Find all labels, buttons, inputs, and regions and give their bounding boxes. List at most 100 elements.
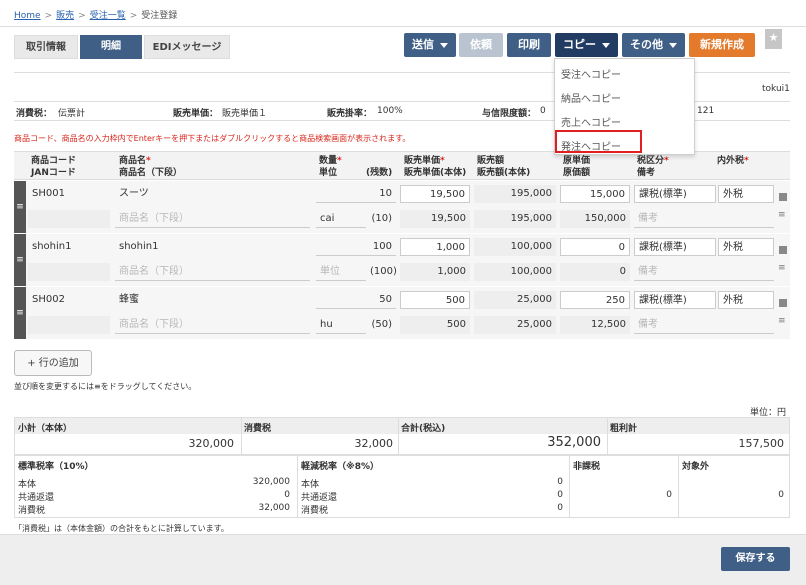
item-code[interactable]: SH002 — [28, 291, 110, 309]
divider — [607, 417, 608, 455]
menu-item-copy-to-sales[interactable]: 売上へコピー — [561, 114, 621, 129]
item-note[interactable]: 備考 — [634, 210, 774, 228]
notice-text: 商品コード、商品名の入力枠内でEnterキーを押下またはダブルクリックすると商品… — [14, 134, 411, 143]
item-amount: 195,000 — [474, 185, 556, 203]
item-price[interactable]: 500 — [400, 291, 470, 309]
item-unit[interactable]: cai — [316, 210, 366, 228]
col-note-label: 備考 — [637, 168, 656, 178]
item-price-body: 500 — [400, 316, 470, 334]
item-unit[interactable]: 単位 — [316, 263, 366, 281]
item-name[interactable]: スーツ — [115, 185, 310, 203]
item-name[interactable]: 蜂蜜 — [115, 291, 310, 309]
drag-handle-icon[interactable]: ≡ — [14, 287, 26, 339]
item-qty[interactable]: 100 — [316, 238, 396, 256]
breadcrumb-separator: > — [44, 11, 53, 21]
col-inout: 内外税* — [717, 155, 749, 167]
exempt-label: 対象外 — [682, 462, 710, 472]
breadcrumb-home[interactable]: Home — [14, 11, 41, 21]
user-id: tokui1 — [762, 84, 790, 94]
item-name-lower[interactable]: 商品名（下段） — [115, 210, 310, 228]
price-value: 販売単価１ — [222, 109, 268, 119]
standard-rate-label: 標準税率（10%） — [18, 462, 94, 472]
item-rem: (50) — [371, 319, 392, 330]
request-button[interactable]: 依頼 — [459, 33, 503, 57]
send-button[interactable]: 送信 — [404, 33, 456, 57]
breadcrumb-sales[interactable]: 販売 — [56, 11, 74, 21]
tab-edi-message[interactable]: EDIメッセージ — [144, 35, 230, 59]
item-jan[interactable] — [28, 316, 110, 334]
col-inout-label: 内外税 — [717, 156, 745, 166]
item-note[interactable]: 備考 — [634, 263, 774, 281]
item-price-body: 19,500 — [400, 210, 470, 228]
item-note[interactable]: 備考 — [634, 316, 774, 334]
required-mark: * — [337, 156, 342, 166]
sum-tax-value: 32,000 — [354, 437, 394, 450]
item-taxcat[interactable]: 課税(標準) — [634, 185, 716, 203]
red-tax-label: 消費税 — [301, 506, 329, 516]
col-qty: 数量* 単位 — [319, 155, 342, 179]
menu-item-copy-to-order[interactable]: 受注へコピー — [561, 66, 621, 81]
item-inout[interactable]: 外税 — [718, 291, 774, 309]
item-taxcat[interactable]: 課税(標準) — [634, 291, 716, 309]
total-label: 合計(税込) — [401, 424, 446, 434]
item-inout[interactable]: 外税 — [718, 238, 774, 256]
tax-value: 伝票計 — [58, 109, 86, 119]
item-jan[interactable] — [28, 263, 110, 281]
item-jan[interactable] — [28, 210, 110, 228]
red-rebate-label: 共通返還 — [301, 493, 338, 503]
item-name-lower[interactable]: 商品名（下段） — [115, 316, 310, 334]
price-label: 販売単価： — [173, 109, 219, 119]
item-code[interactable]: SH001 — [28, 185, 110, 203]
item-unit[interactable]: hu — [316, 316, 366, 334]
std-tax-label: 消費税 — [18, 506, 46, 516]
breadcrumb-separator: > — [78, 11, 86, 21]
divider — [398, 417, 399, 455]
star-icon[interactable]: ★ — [765, 29, 782, 49]
item-price[interactable]: 19,500 — [400, 185, 470, 203]
item-inout[interactable]: 外税 — [718, 185, 774, 203]
menu-lines-icon[interactable]: ≡ — [778, 263, 786, 273]
item-name-lower[interactable]: 商品名（下段） — [115, 263, 310, 281]
item-qty[interactable]: 50 — [316, 291, 396, 309]
other-label: その他 — [630, 38, 663, 51]
item-price[interactable]: 1,000 — [400, 238, 470, 256]
add-row-button[interactable]: + 行の追加 — [14, 350, 92, 376]
copy-button[interactable]: コピー — [555, 33, 618, 57]
item-cost[interactable]: 250 — [560, 291, 630, 309]
drag-handle-icon[interactable]: ≡ — [14, 234, 26, 286]
delete-icon[interactable] — [779, 193, 787, 201]
drag-handle-icon[interactable]: ≡ — [14, 181, 26, 233]
rate-value: 100% — [377, 106, 403, 116]
item-name[interactable]: shohin1 — [115, 238, 310, 256]
item-taxcat[interactable]: 課税(標準) — [634, 238, 716, 256]
item-cost[interactable]: 0 — [560, 238, 630, 256]
new-create-button[interactable]: 新規作成 — [689, 33, 755, 57]
required-mark: * — [440, 156, 445, 166]
divider — [678, 455, 679, 518]
menu-lines-icon[interactable]: ≡ — [778, 210, 786, 220]
std-body-value: 320,000 — [252, 477, 290, 487]
menu-lines-icon[interactable]: ≡ — [778, 316, 786, 326]
item-code[interactable]: shohin1 — [28, 238, 110, 256]
delete-icon[interactable] — [779, 246, 787, 254]
item-amount: 100,000 — [474, 238, 556, 256]
delete-icon[interactable] — [779, 299, 787, 307]
menu-item-copy-to-delivery[interactable]: 納品へコピー — [561, 90, 621, 105]
item-qty[interactable]: 10 — [316, 185, 396, 203]
extra-value: 121 — [697, 106, 715, 116]
breadcrumb-orders[interactable]: 受注一覧 — [90, 11, 126, 21]
print-button[interactable]: 印刷 — [507, 33, 551, 57]
save-button[interactable]: 保存する — [721, 547, 790, 571]
tax-breakdown — [14, 455, 790, 518]
other-button[interactable]: その他 — [622, 33, 685, 57]
top-divider — [0, 26, 806, 27]
item-cost[interactable]: 15,000 — [560, 185, 630, 203]
profit-label: 粗利計 — [610, 424, 638, 434]
tab-details[interactable]: 明細 — [80, 35, 142, 59]
tab-trade-info[interactable]: 取引情報 — [14, 35, 78, 59]
red-body-label: 本体 — [301, 480, 320, 490]
item-rem: (100) — [370, 266, 397, 277]
item-amount-body: 100,000 — [474, 263, 556, 281]
red-body-value: 0 — [557, 477, 563, 487]
col-amount: 販売額 販売額(本体) — [477, 155, 530, 179]
